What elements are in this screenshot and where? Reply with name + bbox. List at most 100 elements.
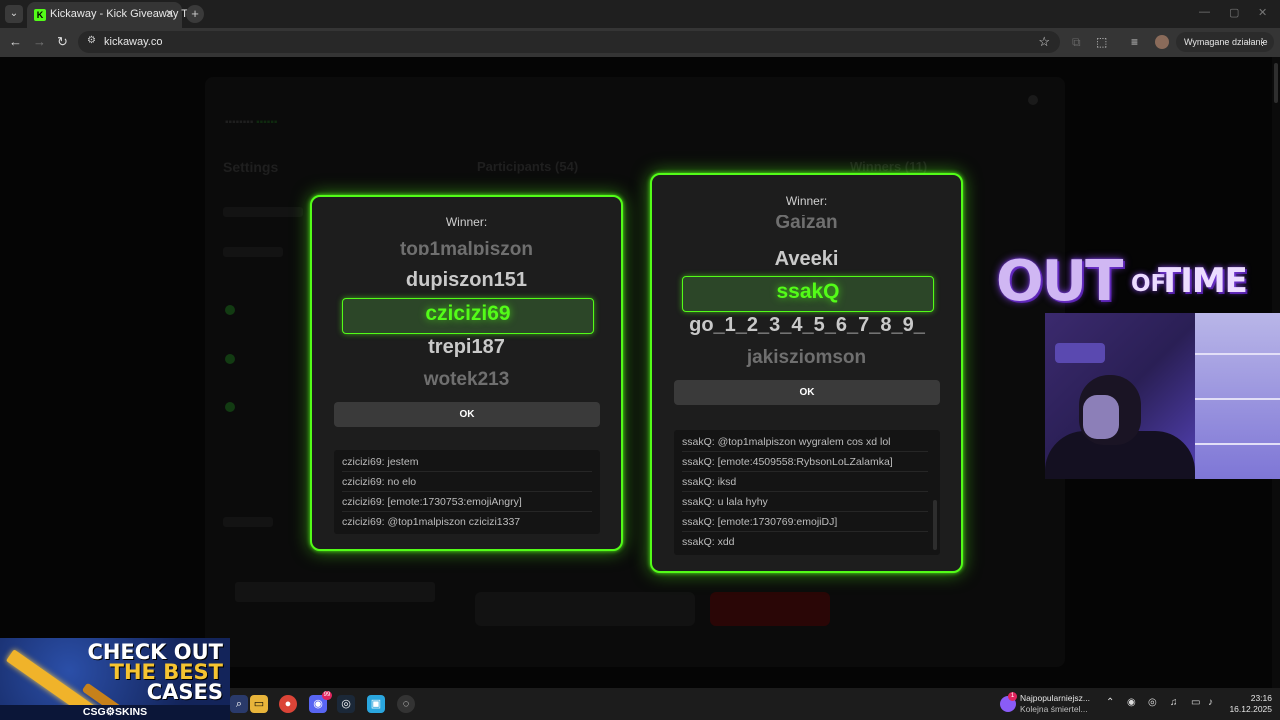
selected-winner-name: ssakQ [776,280,840,303]
forward-icon[interactable]: → [33,34,46,49]
chat-message: ssakQ: [emote:4509558:RybsonLoLZalamka] [682,452,928,472]
chat-scrollbar[interactable] [933,500,937,550]
ad-line-3: CASES [146,680,223,704]
participants-heading: Participants (54) [477,159,579,174]
winner-label: Winner: [785,194,828,208]
setting-row [223,207,303,217]
tray-expand-icon[interactable]: ⌃ [1106,697,1114,708]
chat-message: czicizi69: @top1malpiszon czicizi1337 [342,516,521,528]
tray-discord-icon[interactable]: ◉ [1127,697,1136,708]
reel-name: jakisziomson [746,347,867,367]
sponsor-ad: CHECK OUT THE BEST CASES CSG⚙SKINS [0,638,230,720]
notification-title[interactable]: Najpopularniejsz... [1020,693,1090,703]
winner-label: Winner: [445,215,488,229]
setting-row [223,247,283,257]
network-icon[interactable]: ▭ [1191,697,1200,708]
star-icon[interactable]: ☆ [1038,34,1050,50]
chat-log: ssakQ: @top1malpiszon wygralem cos xd lo… [674,430,940,555]
tab-title: Kickaway - Kick Giveaway Tool [50,8,202,20]
chat-log: czicizi69: jestem czicizi69: no elo czic… [334,450,600,534]
steam-icon[interactable]: ◎ [337,695,355,713]
folder-icon[interactable]: ▭ [250,695,268,713]
clock-time: 23:16 [1250,693,1272,703]
taskbar: ⌕ ▭ ● ◉ 99 ◎ ▣ ◌ 1 Najpopularniejsz... Ko… [230,688,1280,720]
reset-button[interactable] [710,592,830,626]
ok-button[interactable]: OK [334,402,600,427]
notification-badge: 1 [1008,692,1017,701]
minimize-icon[interactable]: — [1199,6,1210,18]
extensions-icon[interactable]: ⬚ [1096,35,1107,49]
settings-gear-icon[interactable] [1028,95,1038,105]
tray-steam-icon[interactable]: ◎ [1148,697,1157,708]
brand-logo: OUT OF TIME [996,247,1264,314]
tab-search-icon[interactable]: ⌄ [5,5,23,23]
chat-message: ssakQ: iksd [682,472,928,492]
selected-winner-highlight: czicizi69 [342,298,594,334]
chat-message: ssakQ: @top1malpiszon wygralem cos xd lo… [682,432,928,452]
media-icon[interactable]: ≡ [1131,35,1138,49]
toggle-indicator [225,305,235,315]
chat-message: czicizi69: no elo [342,472,592,492]
reel-name: top1malpiszon [399,239,533,255]
clock[interactable]: 23:16 16.12.2025 [1229,693,1272,715]
close-icon[interactable]: ✕ [165,7,174,20]
profile-action-button[interactable]: Wymagane działanie ⋮ [1176,32,1274,52]
reel-name: go_1_2_3_4_5_6_7_8_9_ [689,314,925,336]
webcam-feed [1045,313,1280,479]
app-icon[interactable]: ▣ [367,695,385,713]
settings-heading: Settings [223,159,279,175]
discord-icon[interactable]: ◉ 99 [309,691,332,713]
notification-subtitle[interactable]: Kolejna śmiertel... [1020,704,1088,714]
action-panel [475,592,695,626]
reel-name: trepi187 [428,336,505,358]
cam-shelf [1195,313,1280,479]
share-icon[interactable]: ⧉ [1072,35,1081,50]
cam-light [1055,343,1105,363]
clock-date: 16.12.2025 [1229,704,1272,714]
discord-badge: 99 [322,691,332,700]
browser-tab[interactable]: K Kickaway - Kick Giveaway Tool ✕ [27,2,201,28]
chat-message: ssakQ: u lala hyhy [682,492,928,512]
more-icon[interactable]: ⋮ [1258,32,1267,52]
chat-message: czicizi69: jestem [342,452,592,472]
volume-icon[interactable]: ♪ [1208,697,1213,708]
winner-modal-right: Winner: Gaizan Aveeki ssakQ go_1_2_3_4_5… [650,173,963,573]
scrollbar-thumb[interactable] [1274,63,1278,103]
profile-action-label: Wymagane działanie [1184,37,1268,47]
setting-row [223,517,273,527]
obs-icon[interactable]: ◌ [397,695,415,713]
chat-message: ssakQ: [emote:1730769:emojiDJ] [682,512,928,532]
reel-name: Gaizan [775,215,838,233]
window-close-icon[interactable]: ✕ [1258,6,1267,19]
tab-bar: ⌄ K Kickaway - Kick Giveaway Tool ✕ + — … [0,0,1280,28]
cam-person-face [1083,395,1119,439]
back-icon[interactable]: ← [9,34,22,49]
brand-time-text: TIME [1158,261,1248,301]
ad-brand: CSG⚙SKINS [0,705,230,720]
selected-winner-name: czicizi69 [425,302,511,325]
input-placeholder [235,582,435,602]
ok-button[interactable]: OK [674,380,940,405]
chat-message: ssakQ: xdd [682,536,735,548]
breadcrumb: ▪▪▪▪▪▪▪▪ ▪▪▪▪▪▪ [225,117,278,128]
reel-name: Aveeki [774,248,839,270]
toggle-indicator [225,354,235,364]
profile-avatar[interactable] [1155,35,1169,49]
address-bar[interactable]: ⚙ kickaway.co ☆ [78,31,1060,53]
microphone-icon[interactable]: ♫ [1170,697,1178,708]
new-tab-button[interactable]: + [186,5,204,23]
maximize-icon[interactable]: ▢ [1229,6,1239,19]
brand-out-text: OUT [996,249,1123,314]
site-info-icon[interactable]: ⚙ [87,35,96,46]
winners-heading: Winners (11) [850,159,928,174]
reel-name: dupiszon151 [405,269,528,291]
winner-modal-left: Winner: top1malpiszon dupiszon151 cziciz… [310,195,623,551]
chrome-icon[interactable]: ● [279,695,297,713]
url-text[interactable]: kickaway.co [104,36,162,48]
toggle-indicator [225,402,235,412]
reel-name: wotek213 [423,369,510,389]
reload-icon[interactable]: ↻ [57,34,68,50]
browser-toolbar: ← → ↻ ⚙ kickaway.co ☆ ⧉ ⬚ ≡ Wymagane dzi… [0,28,1280,57]
kick-favicon-icon: K [34,9,46,21]
search-icon[interactable]: ⌕ [230,695,248,713]
